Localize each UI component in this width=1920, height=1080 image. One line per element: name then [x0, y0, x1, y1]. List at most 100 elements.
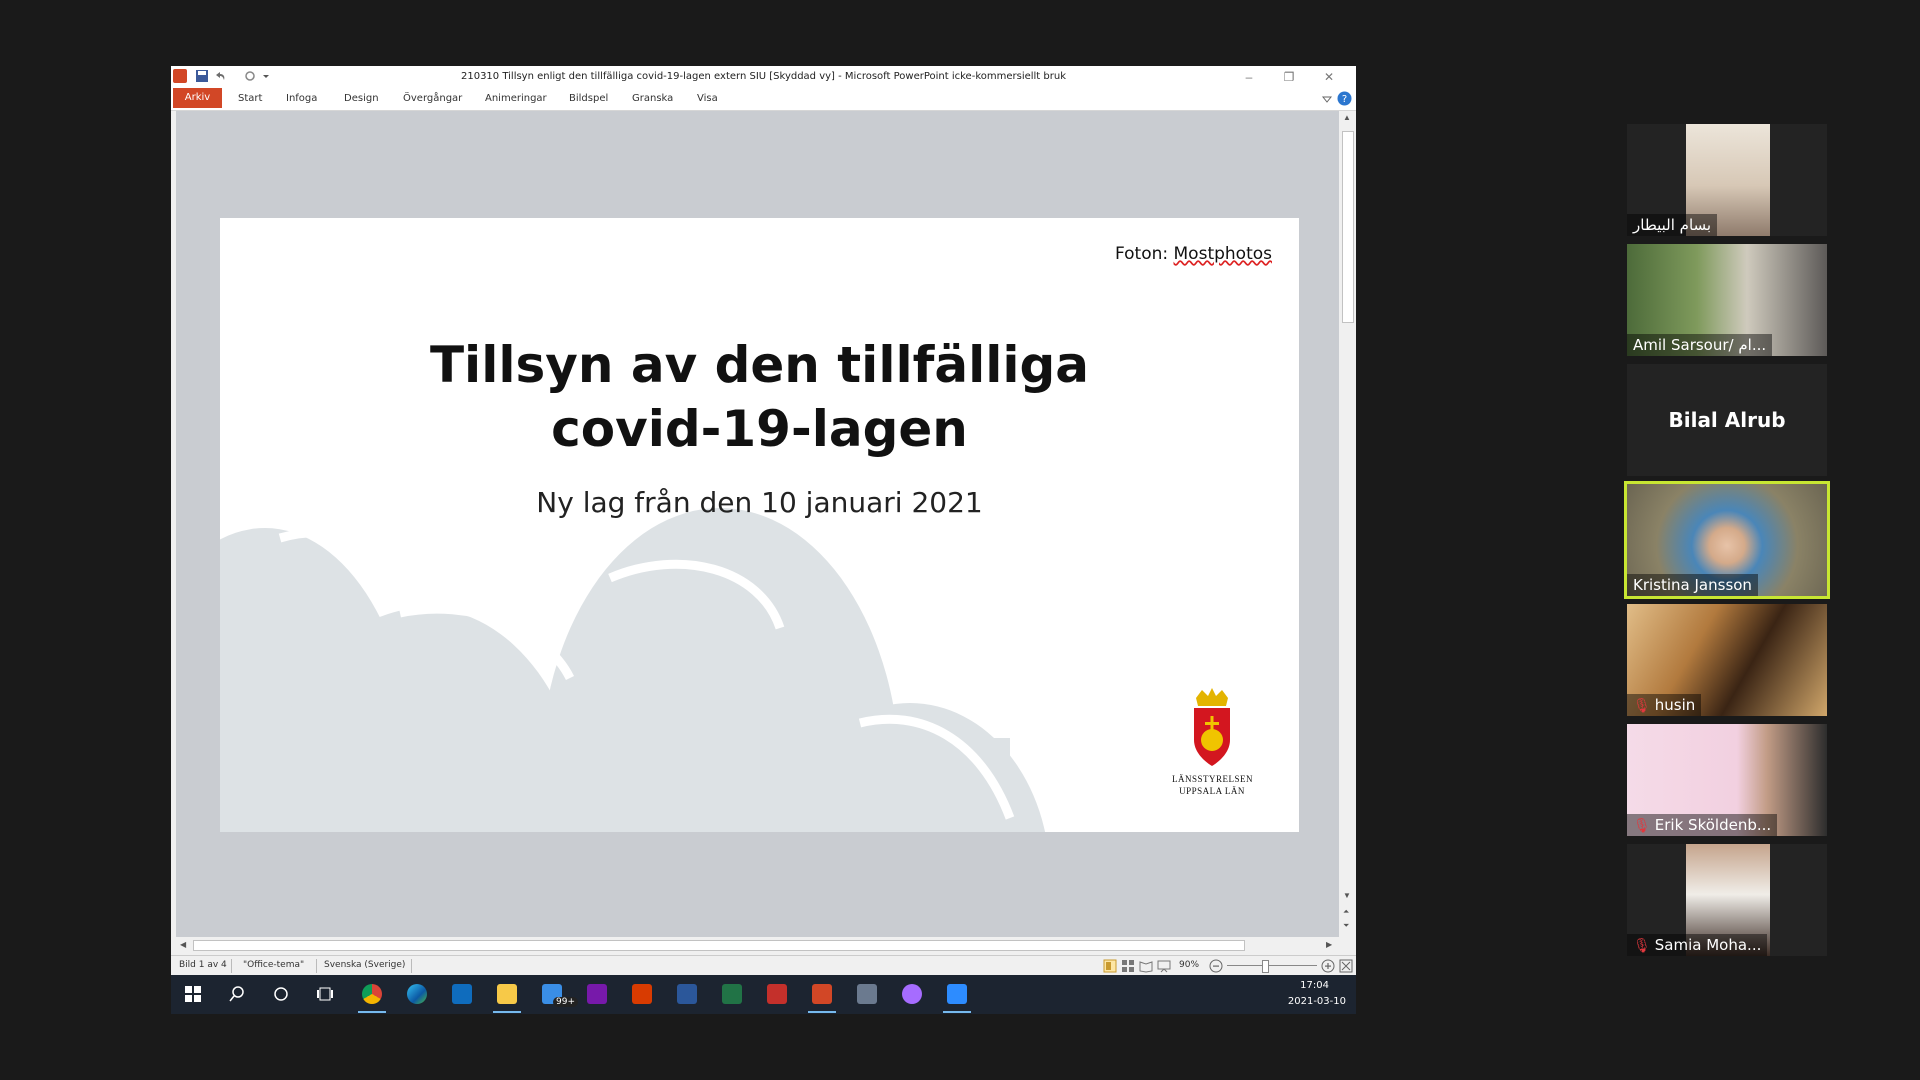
tab-animeringar[interactable]: Animeringar [485, 93, 547, 104]
clock-time[interactable]: 17:04 [1300, 980, 1329, 991]
excel-icon[interactable] [722, 984, 742, 1004]
tab-infoga[interactable]: Infoga [286, 93, 317, 104]
restore-icon[interactable]: ❐ [1281, 69, 1297, 85]
photo-credit: Foton: Mostphotos [1115, 244, 1272, 264]
title-bar: 210310 Tillsyn enligt den tillfälliga co… [171, 66, 1356, 88]
status-divider [231, 959, 232, 973]
zoom-out-icon[interactable] [1209, 959, 1223, 973]
lansstyrelsen-logo: LÄNSSTYRELSEN UPPSALA LÄN [1172, 688, 1254, 808]
reading-view-icon[interactable] [1139, 959, 1153, 973]
slide-title-line-2: covid-19-lagen [551, 400, 968, 458]
normal-view-icon[interactable] [1103, 959, 1117, 973]
ribbon-tabs: Arkiv Start Infoga Design Övergångar Ani… [171, 88, 1356, 111]
file-explorer-icon[interactable] [497, 984, 517, 1004]
scroll-left-icon[interactable]: ◀ [180, 940, 186, 949]
slide-subtitle[interactable]: Ny lag från den 10 januari 2021 [220, 486, 1299, 519]
help-icon[interactable]: ? [1337, 91, 1352, 106]
powerpoint-icon[interactable] [812, 984, 832, 1004]
shared-screen: 210310 Tillsyn enligt den tillfälliga co… [171, 66, 1356, 1014]
muted-mic-icon: 🎙 [1633, 938, 1651, 954]
word-icon[interactable] [677, 984, 697, 1004]
logo-text-line-1: LÄNSSTYRELSEN [1172, 774, 1254, 784]
fit-to-window-icon[interactable] [1339, 959, 1353, 973]
windows-start-icon[interactable] [185, 986, 201, 1002]
edge-icon[interactable] [407, 984, 427, 1004]
cortana-icon[interactable] [273, 986, 289, 1002]
slideshow-view-icon[interactable] [1157, 959, 1171, 973]
office-icon[interactable] [632, 984, 652, 1004]
participant-tile-active-speaker[interactable]: Kristina Jansson [1624, 481, 1830, 599]
chrome-icon[interactable] [362, 984, 382, 1004]
task-view-icon[interactable] [317, 986, 333, 1002]
scroll-down-icon[interactable]: ▼ [1343, 891, 1351, 900]
vertical-scroll-thumb[interactable] [1342, 131, 1354, 323]
clock-date[interactable]: 2021-03-10 [1288, 996, 1346, 1007]
scroll-right-icon[interactable]: ▶ [1326, 940, 1332, 949]
language-indicator[interactable]: Svenska (Sverige) [324, 960, 405, 970]
participant-tile[interactable]: 🎙 Erik Sköldenb... [1627, 724, 1827, 836]
participant-tile[interactable]: 🎙 husin [1627, 604, 1827, 716]
tab-visa[interactable]: Visa [697, 93, 718, 104]
explorer-active-indicator [493, 1011, 521, 1013]
calculator-icon[interactable] [857, 984, 877, 1004]
collapse-ribbon-icon[interactable] [1321, 93, 1333, 105]
slide-counter: Bild 1 av 4 [179, 960, 227, 970]
participant-name-placeholder: Bilal Alrub [1668, 408, 1786, 432]
participant-name: 🎙 Samia Moha... [1627, 934, 1768, 956]
acrobat-icon[interactable] [767, 984, 787, 1004]
slide-canvas[interactable]: Foton: Mostphotos Tillsyn av den tillfäl… [220, 218, 1299, 832]
zoom-level[interactable]: 90% [1179, 960, 1199, 970]
tab-overgangar[interactable]: Övergångar [403, 93, 462, 104]
scroll-up-icon[interactable]: ▲ [1343, 113, 1351, 122]
photo-credit-prefix: Foton: [1114, 244, 1174, 264]
participant-name-text: husin [1654, 696, 1696, 714]
participant-name-text: Erik Sköldenb... [1654, 816, 1772, 834]
cloud-background-graphic [220, 508, 1046, 832]
zoom-slider-thumb[interactable] [1262, 960, 1269, 973]
participant-name: 🎙 Erik Sköldenb... [1627, 814, 1778, 836]
participant-name: Amil Sarsour/ ام... [1627, 334, 1773, 356]
slide-title[interactable]: Tillsyn av den tillfälliga covid-19-lage… [220, 333, 1299, 461]
vertical-scrollbar[interactable]: ▲ ▼ ⏶ ⏷ [1339, 111, 1356, 937]
tab-arkiv[interactable]: Arkiv [173, 88, 222, 108]
participant-tile[interactable]: 🎙 Samia Moha... [1627, 844, 1827, 956]
powerpoint-active-indicator [808, 1011, 836, 1013]
participant-name: بسام البيطار [1627, 214, 1718, 236]
onenote-icon[interactable] [587, 984, 607, 1004]
next-slide-icon[interactable]: ⏷ [1343, 921, 1349, 931]
participant-name: Kristina Jansson [1627, 574, 1758, 596]
microsoft-store-icon[interactable] [452, 984, 472, 1004]
svg-text:?: ? [1342, 94, 1347, 105]
close-icon[interactable]: ✕ [1321, 69, 1337, 85]
participant-name-text: Samia Moha... [1654, 936, 1762, 954]
zoom-active-indicator [943, 1011, 971, 1013]
logo-text-line-2: UPPSALA LÄN [1179, 786, 1245, 796]
participant-tile[interactable]: بسام البيطار [1627, 124, 1827, 236]
participant-tile[interactable]: Bilal Alrub [1627, 364, 1827, 476]
mail-badge: 99+ [553, 997, 578, 1007]
tab-start[interactable]: Start [238, 93, 262, 104]
status-divider [411, 959, 412, 973]
windows-taskbar: 99+ 17:04 2021-03-10 [171, 975, 1356, 1014]
messenger-icon[interactable] [902, 984, 922, 1004]
participant-name: 🎙 husin [1627, 694, 1702, 716]
coat-of-arms-icon [1194, 688, 1230, 766]
previous-slide-icon[interactable]: ⏶ [1343, 907, 1349, 917]
participant-tile[interactable]: Amil Sarsour/ ام... [1627, 244, 1827, 356]
zoom-slider-track[interactable] [1227, 965, 1317, 966]
photo-credit-source: Mostphotos [1173, 244, 1272, 264]
minimize-icon[interactable]: – [1241, 69, 1257, 85]
tab-design[interactable]: Design [344, 93, 379, 104]
status-bar: Bild 1 av 4 "Office-tema" Svenska (Sveri… [171, 955, 1356, 976]
zoom-in-icon[interactable] [1321, 959, 1335, 973]
search-icon[interactable] [229, 986, 245, 1002]
zoom-app-icon[interactable] [947, 984, 967, 1004]
horizontal-scrollbar[interactable]: ◀ ▶ [176, 937, 1339, 953]
slide-title-line-1: Tillsyn av den tillfälliga [429, 336, 1090, 394]
tab-granska[interactable]: Granska [632, 93, 673, 104]
horizontal-scroll-thumb[interactable] [193, 940, 1245, 951]
muted-mic-icon: 🎙 [1633, 818, 1651, 834]
muted-mic-icon: 🎙 [1633, 698, 1651, 714]
tab-bildspel[interactable]: Bildspel [569, 93, 608, 104]
slide-sorter-view-icon[interactable] [1121, 959, 1135, 973]
